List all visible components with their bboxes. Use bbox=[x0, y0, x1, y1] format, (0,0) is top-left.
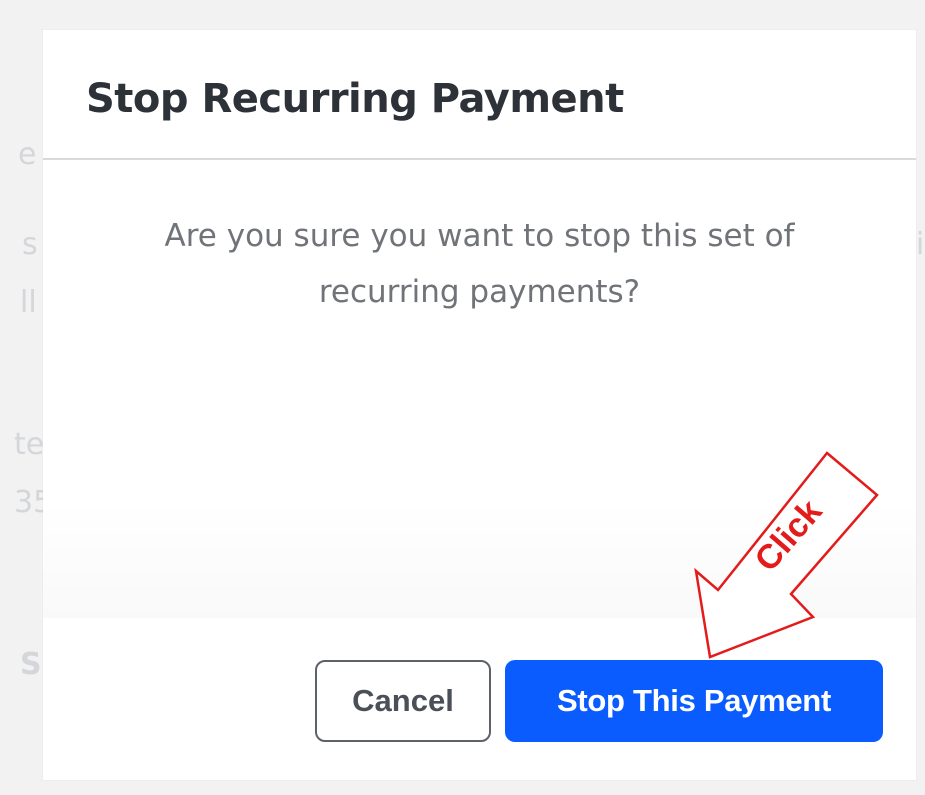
stop-recurring-payment-dialog: Stop Recurring Payment Are you sure you … bbox=[43, 30, 916, 780]
background-text-fragment: te bbox=[14, 427, 45, 462]
dialog-footer: Cancel Stop This Payment bbox=[43, 618, 916, 780]
dialog-body: Are you sure you want to stop this set o… bbox=[43, 160, 916, 618]
background-text-fragment: e bbox=[18, 137, 37, 172]
background-text-fragment: S bbox=[20, 647, 42, 682]
dialog-title: Stop Recurring Payment bbox=[86, 76, 624, 122]
dialog-header: Stop Recurring Payment bbox=[43, 30, 916, 160]
cancel-button[interactable]: Cancel bbox=[315, 660, 491, 742]
background-text-fragment: ll bbox=[20, 285, 37, 320]
stop-this-payment-button[interactable]: Stop This Payment bbox=[505, 660, 883, 742]
background-text-fragment: i bbox=[916, 227, 925, 262]
background-text-fragment: s bbox=[22, 227, 38, 262]
dialog-message: Are you sure you want to stop this set o… bbox=[164, 218, 795, 310]
